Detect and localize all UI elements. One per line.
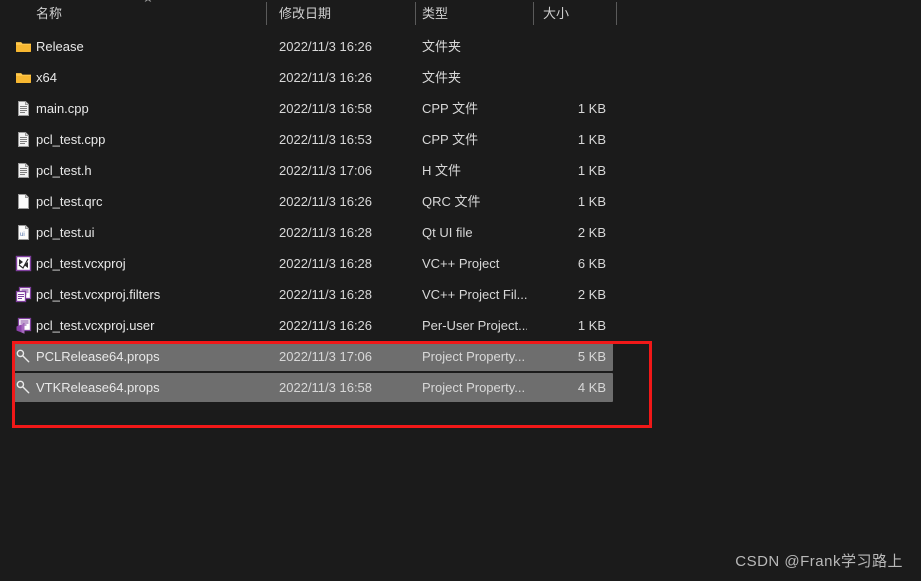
column-header-date[interactable]: 修改日期	[279, 0, 331, 27]
cell-file-name: pcl_test.h	[36, 163, 92, 178]
column-header-row: ⌃ 名称 修改日期 类型 大小	[0, 0, 921, 27]
cell-file-size: 5 KB	[577, 349, 606, 364]
table-row[interactable]: pcl_test.h 2022/11/3 17:06 H 文件 1 KB	[0, 155, 921, 186]
folder-icon	[15, 69, 32, 86]
table-row[interactable]: PCLRelease64.props 2022/11/3 17:06 Project…	[0, 341, 921, 372]
table-row[interactable]: x64 2022/11/3 16:26 文件夹	[0, 62, 921, 93]
cell-file-size	[531, 62, 606, 93]
cell-file-size: 1 KB	[577, 194, 606, 209]
vcxproj-user-icon	[15, 317, 32, 334]
text-file-icon	[15, 100, 32, 117]
cell-file-size: 1 KB	[577, 318, 606, 333]
text-file-icon	[15, 131, 32, 148]
cell-modified-date: 2022/11/3 16:26	[279, 318, 373, 333]
cell-file-type: 文件夹	[422, 70, 462, 85]
cell-modified-date: 2022/11/3 16:58	[279, 380, 373, 395]
cell-file-name: pcl_test.ui	[36, 225, 95, 240]
table-row[interactable]: Release 2022/11/3 16:26 文件夹	[0, 31, 921, 62]
cell-file-name: pcl_test.cpp	[36, 132, 106, 147]
file-explorer-list-view: ⌃ 名称 修改日期 类型 大小 Release 2022/11/3 16:26 文件…	[0, 0, 921, 581]
cell-modified-date: 2022/11/3 16:26	[279, 194, 373, 209]
vcxproj-icon	[15, 255, 32, 272]
cell-file-type: Qt UI file	[422, 225, 473, 240]
cell-file-size: 6 KB	[577, 256, 606, 271]
cell-file-name: VTKRelease64.props	[36, 380, 160, 395]
table-row[interactable]: pcl_test.vcxproj.user 2022/11/3 16:26 Per-…	[0, 310, 921, 341]
cell-file-name: pcl_test.qrc	[36, 194, 103, 209]
cell-file-name: main.cpp	[36, 101, 89, 116]
cell-modified-date: 2022/11/3 16:28	[279, 256, 373, 271]
column-header-name[interactable]: 名称	[36, 0, 62, 27]
cell-file-type: Project Property...	[422, 380, 526, 395]
column-header-size[interactable]: 大小	[543, 0, 569, 27]
table-row[interactable]: pcl_test.vcxproj.filters 2022/11/3 16:28 V…	[0, 279, 921, 310]
cell-file-type: VC++ Project Fil...	[422, 287, 527, 302]
table-row[interactable]: ui pcl_test.ui 2022/11/3 16:28 Qt UI file 2 …	[0, 217, 921, 248]
sort-ascending-caret-icon: ⌃	[141, 0, 155, 10]
cell-file-size: 2 KB	[577, 225, 606, 240]
cell-modified-date: 2022/11/3 17:06	[279, 349, 373, 364]
table-row[interactable]: main.cpp 2022/11/3 16:58 CPP 文件 1 KB	[0, 93, 921, 124]
cell-file-name: PCLRelease64.props	[36, 349, 160, 364]
cell-file-name: x64	[36, 70, 57, 85]
svg-text:ui: ui	[20, 232, 25, 238]
column-divider-name-date[interactable]	[266, 2, 267, 25]
cell-file-size	[531, 31, 606, 62]
cell-file-type: 文件夹	[422, 39, 462, 54]
column-divider-size-end[interactable]	[616, 2, 617, 25]
cell-file-type: H 文件	[422, 163, 462, 178]
folder-icon	[15, 38, 32, 55]
watermark-text: CSDN @Frank学习路上	[735, 553, 903, 570]
text-file-icon	[15, 162, 32, 179]
cell-modified-date: 2022/11/3 16:53	[279, 132, 373, 147]
column-divider-date-type[interactable]	[415, 2, 416, 25]
props-wrench-icon	[15, 379, 32, 396]
column-divider-type-size[interactable]	[533, 2, 534, 25]
cell-file-type: Per-User Project...	[422, 318, 527, 333]
cell-modified-date: 2022/11/3 16:26	[279, 70, 373, 85]
cell-modified-date: 2022/11/3 16:58	[279, 101, 373, 116]
cell-file-type: CPP 文件	[422, 101, 479, 116]
vcxproj-filters-icon	[15, 286, 32, 303]
cell-file-size: 1 KB	[577, 163, 606, 178]
cell-modified-date: 2022/11/3 17:06	[279, 163, 373, 178]
cell-modified-date: 2022/11/3 16:26	[279, 39, 373, 54]
cell-file-size: 2 KB	[577, 287, 606, 302]
column-header-type[interactable]: 类型	[422, 0, 448, 27]
blank-file-icon	[15, 193, 32, 210]
qt-ui-file-icon: ui	[15, 224, 32, 241]
cell-file-type: CPP 文件	[422, 132, 479, 147]
cell-modified-date: 2022/11/3 16:28	[279, 225, 373, 240]
cell-file-size: 1 KB	[577, 132, 606, 147]
cell-file-size: 4 KB	[577, 380, 606, 395]
table-row[interactable]: pcl_test.vcxproj 2022/11/3 16:28 VC++ Proj…	[0, 248, 921, 279]
cell-modified-date: 2022/11/3 16:28	[279, 287, 373, 302]
cell-file-type: Project Property...	[422, 349, 526, 364]
table-row[interactable]: pcl_test.cpp 2022/11/3 16:53 CPP 文件 1 KB	[0, 124, 921, 155]
table-row[interactable]: pcl_test.qrc 2022/11/3 16:26 QRC 文件 1 KB	[0, 186, 921, 217]
cell-file-size: 1 KB	[577, 101, 606, 116]
table-row[interactable]: VTKRelease64.props 2022/11/3 16:58 Project…	[0, 372, 921, 403]
cell-file-name: pcl_test.vcxproj.user	[36, 318, 155, 333]
cell-file-name: pcl_test.vcxproj	[36, 256, 126, 271]
props-wrench-icon	[15, 348, 32, 365]
cell-file-name: Release	[36, 39, 84, 54]
cell-file-name: pcl_test.vcxproj.filters	[36, 287, 161, 302]
file-rows-container: Release 2022/11/3 16:26 文件夹 x64 2022/11/3 16…	[0, 31, 921, 403]
cell-file-type: QRC 文件	[422, 194, 481, 209]
cell-file-type: VC++ Project	[422, 256, 500, 271]
